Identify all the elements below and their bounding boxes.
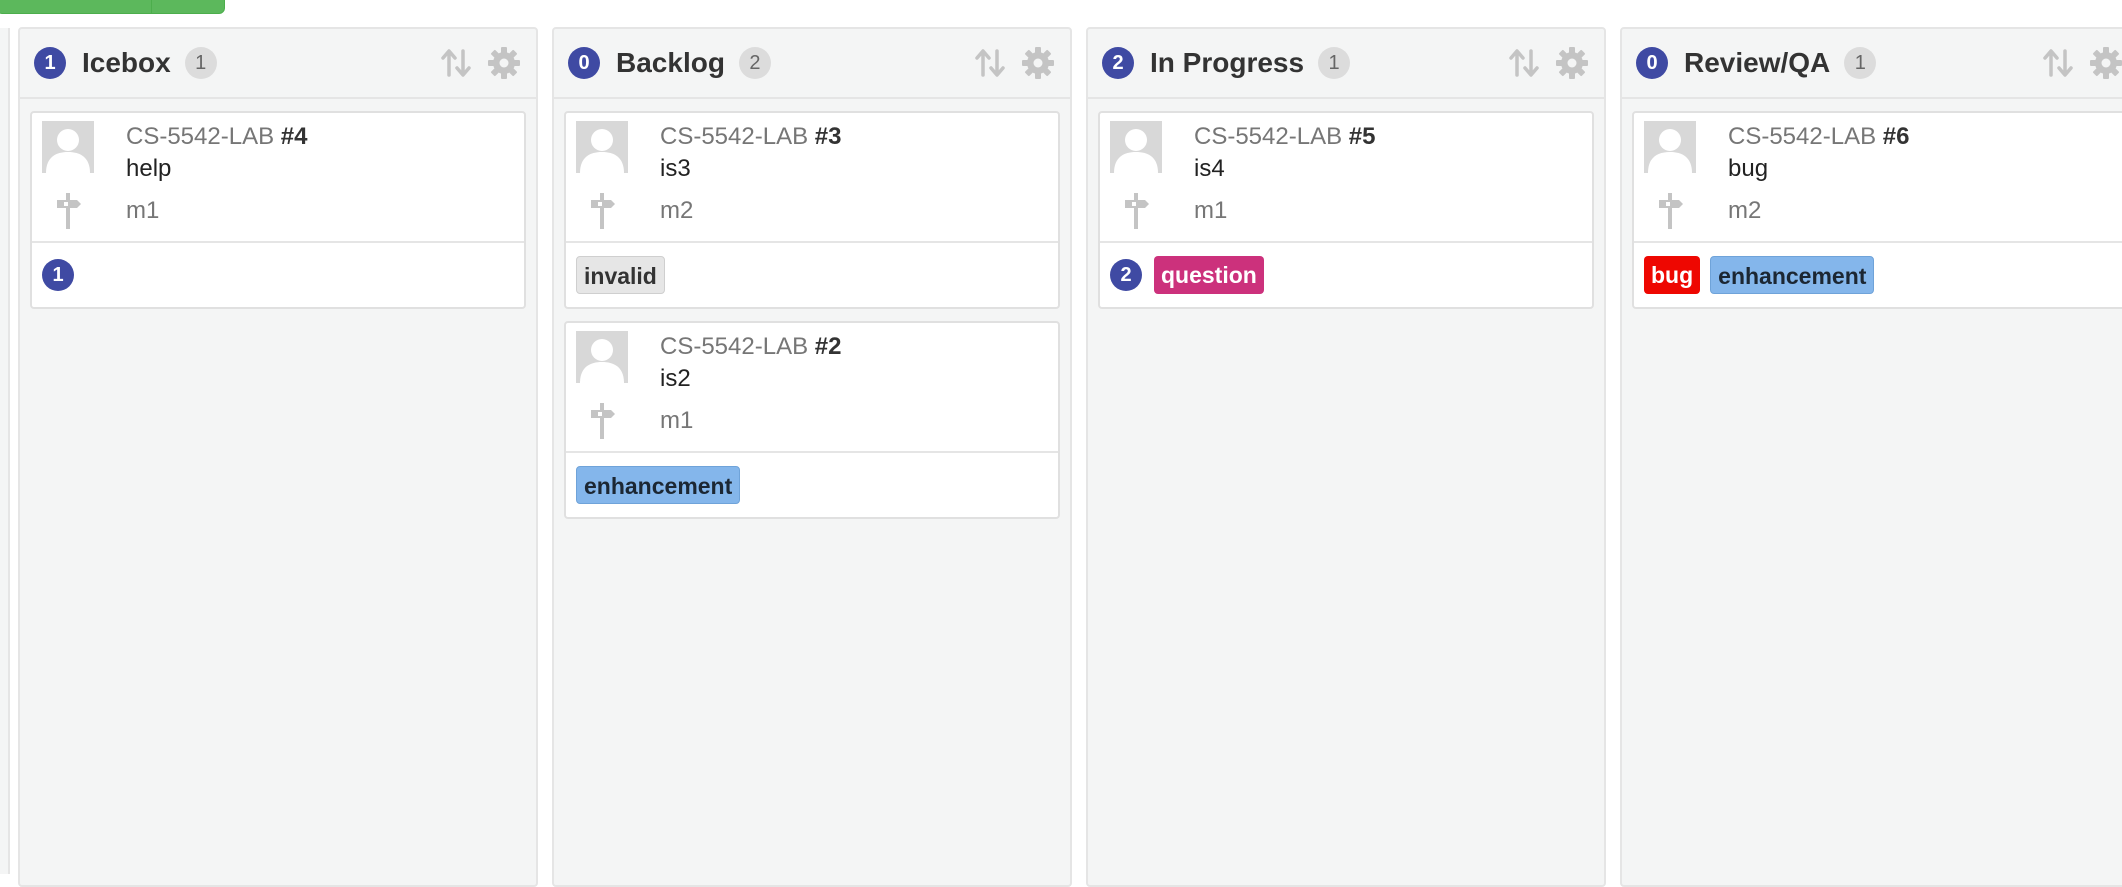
label-invalid[interactable]: invalid — [576, 256, 665, 294]
issue-number: #4 — [280, 123, 308, 150]
column-badge: 0 — [1636, 47, 1668, 79]
issue-number: #5 — [1348, 123, 1376, 150]
repo-name: CS-5542-LAB — [1728, 123, 1877, 150]
issue-reference[interactable]: CS-5542-LAB #3 — [660, 121, 841, 153]
column-count: 1 — [1318, 47, 1351, 79]
gear-icon[interactable] — [1018, 43, 1058, 83]
column-count: 1 — [1844, 47, 1877, 79]
issue-card[interactable]: CS-5542-LAB #4 help m1 1 — [30, 111, 526, 309]
button-split-divider — [151, 0, 152, 13]
sort-arrows-icon[interactable] — [436, 43, 476, 83]
column-header: 0 Review/QA 1 — [1622, 29, 2122, 99]
default-avatar-icon[interactable] — [1110, 121, 1162, 173]
milestone-signpost-icon — [1110, 191, 1162, 231]
gear-icon[interactable] — [1552, 43, 1592, 83]
issue-title[interactable]: is4 — [1194, 153, 1375, 185]
issue-title[interactable]: is3 — [660, 153, 841, 185]
issue-card[interactable]: CS-5542-LAB #5 is4 m1 2 question — [1098, 111, 1594, 309]
issue-reference[interactable]: CS-5542-LAB #5 — [1194, 121, 1375, 153]
milestone-signpost-icon — [1644, 191, 1696, 231]
column-header: 0 Backlog 2 — [554, 29, 1070, 99]
milestone-name[interactable]: m1 — [660, 405, 841, 437]
default-avatar-icon[interactable] — [42, 121, 94, 173]
label-bug[interactable]: bug — [1644, 256, 1701, 294]
repo-name: CS-5542-LAB — [1194, 123, 1343, 150]
issue-number: #2 — [814, 333, 842, 360]
repo-name: CS-5542-LAB — [660, 123, 809, 150]
milestone-signpost-icon — [42, 191, 94, 231]
issue-number: #3 — [814, 123, 842, 150]
issue-title[interactable]: help — [126, 153, 307, 185]
column-backlog: 0 Backlog 2 CS-5542-LAB #3 is3 m2 invali… — [552, 27, 1072, 887]
milestone-signpost-icon — [576, 401, 628, 441]
sort-arrows-icon[interactable] — [1504, 43, 1544, 83]
column-title: In Progress — [1150, 47, 1305, 78]
column-title: Icebox — [82, 47, 171, 78]
repo-name: CS-5542-LAB — [660, 333, 809, 360]
milestone-name[interactable]: m2 — [660, 195, 841, 227]
column-count: 2 — [738, 47, 771, 79]
column-badge: 0 — [568, 47, 600, 79]
issue-card[interactable]: CS-5542-LAB #6 bug m2 bug enhancement — [1632, 111, 2122, 309]
milestone-name[interactable]: m1 — [126, 195, 307, 227]
milestone-name[interactable]: m2 — [1728, 195, 1909, 227]
column-badge: 2 — [1102, 47, 1134, 79]
gear-icon[interactable] — [2086, 43, 2122, 83]
milestone-name[interactable]: m1 — [1194, 195, 1375, 227]
sort-arrows-icon[interactable] — [2038, 43, 2078, 83]
default-avatar-icon[interactable] — [576, 121, 628, 173]
issue-card[interactable]: CS-5542-LAB #2 is2 m1 enhancement — [564, 321, 1060, 519]
new-issue-button[interactable] — [0, 0, 225, 14]
issue-reference[interactable]: CS-5542-LAB #6 — [1728, 121, 1909, 153]
column-in-progress: 2 In Progress 1 CS-5542-LAB #5 is4 m1 2 … — [1086, 27, 1606, 887]
column-icebox: 1 Icebox 1 CS-5542-LAB #4 help m1 1 — [18, 27, 538, 887]
issue-reference[interactable]: CS-5542-LAB #4 — [126, 121, 307, 153]
issue-reference[interactable]: CS-5542-LAB #2 — [660, 331, 841, 363]
milestone-signpost-icon — [576, 191, 628, 231]
previous-column-edge — [0, 28, 10, 874]
card-badge: 2 — [1110, 259, 1142, 291]
issue-card[interactable]: CS-5542-LAB #3 is3 m2 invalid — [564, 111, 1060, 309]
issue-title[interactable]: bug — [1728, 153, 1909, 185]
gear-icon[interactable] — [484, 43, 524, 83]
column-title: Backlog — [616, 47, 725, 78]
sort-arrows-icon[interactable] — [970, 43, 1010, 83]
column-badge: 1 — [34, 47, 66, 79]
column-review-qa: 0 Review/QA 1 CS-5542-LAB #6 bug m2 bug … — [1620, 27, 2122, 887]
card-badge: 1 — [42, 259, 74, 291]
column-header: 2 In Progress 1 — [1088, 29, 1604, 99]
default-avatar-icon[interactable] — [1644, 121, 1696, 173]
column-header: 1 Icebox 1 — [20, 29, 536, 99]
issue-number: #6 — [1882, 123, 1910, 150]
label-enhancement[interactable]: enhancement — [576, 466, 741, 504]
label-enhancement[interactable]: enhancement — [1710, 256, 1875, 294]
label-question[interactable]: question — [1154, 256, 1264, 294]
column-count: 1 — [184, 47, 217, 79]
default-avatar-icon[interactable] — [576, 331, 628, 383]
column-title: Review/QA — [1684, 47, 1831, 78]
issue-title[interactable]: is2 — [660, 363, 841, 395]
repo-name: CS-5542-LAB — [126, 123, 275, 150]
